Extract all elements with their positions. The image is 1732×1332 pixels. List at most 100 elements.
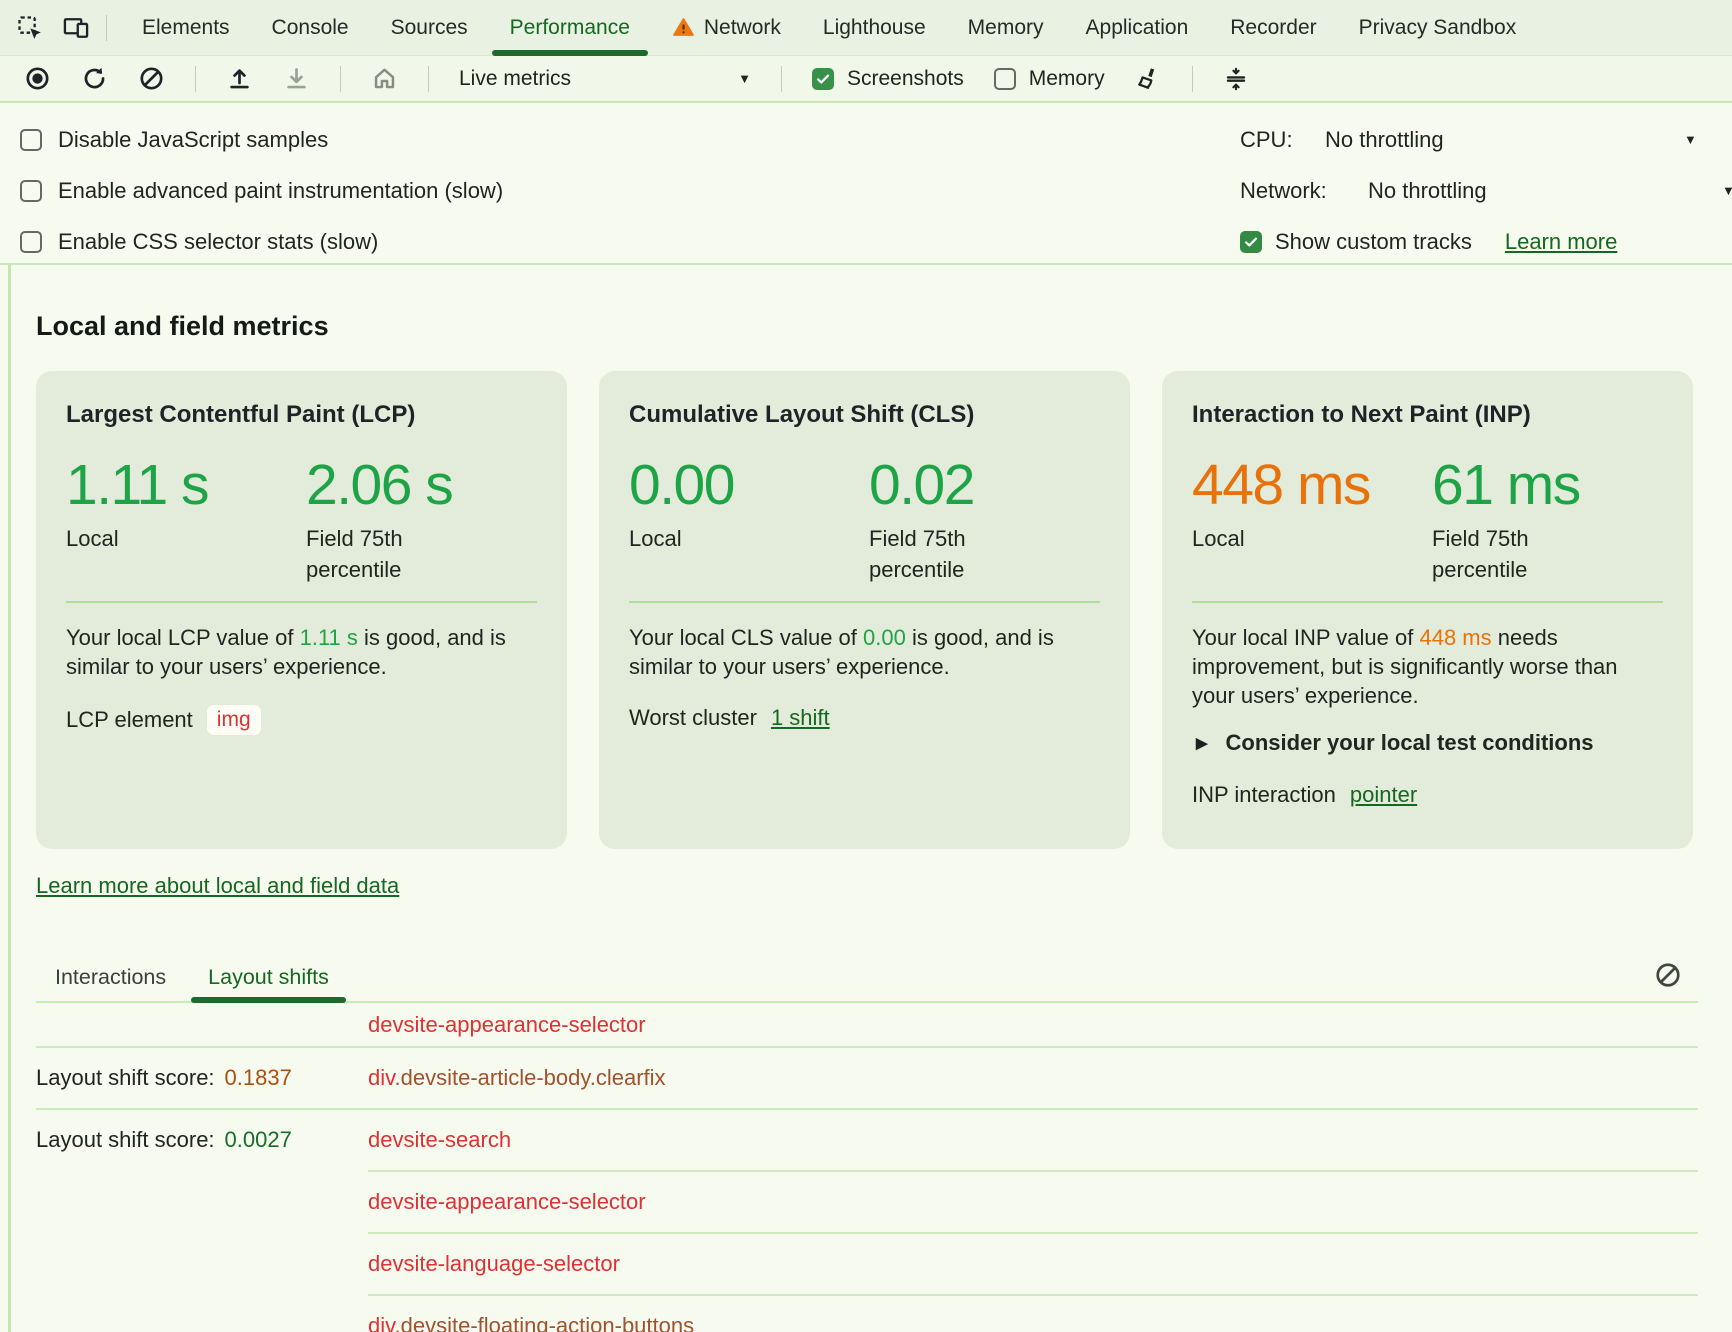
tab-sources[interactable]: Sources [370,0,489,55]
live-metrics-log: Interactions Layout shifts devsite-appea… [36,953,1698,1332]
advanced-paint-row[interactable]: Enable advanced paint instrumentation (s… [20,165,503,216]
screenshots-label: Screenshots [847,67,964,91]
log-tab-layout-shifts[interactable]: Layout shifts [191,953,346,1001]
shift-element-link[interactable]: div.devsite-floating-action-buttons [368,1313,694,1332]
save-profile-button[interactable] [283,65,310,92]
card-divider [1192,601,1663,603]
tab-elements[interactable]: Elements [121,0,251,55]
desc-text: Your local CLS value of [629,625,863,650]
lcp-field-value: 2.06 s [306,457,537,514]
log-tab-interactions[interactable]: Interactions [38,953,183,1001]
home-icon [371,65,398,92]
clear-button[interactable] [138,65,165,92]
collapse-arrows-icon [1223,66,1249,92]
download-icon [283,65,310,92]
local-label: Local [1192,523,1432,585]
clear-log-button[interactable] [1654,961,1682,989]
show-custom-tracks-row[interactable]: Show custom tracks Learn more [1240,216,1732,267]
shift-element-link[interactable]: devsite-appearance-selector [368,1012,646,1038]
screenshots-checkbox[interactable] [812,68,834,90]
inp-description: Your local INP value of 448 ms needs imp… [1192,623,1663,710]
screenshots-checkbox-row[interactable]: Screenshots [812,67,964,91]
view-mode-select[interactable]: Live metrics ▼ [459,67,751,91]
collect-garbage-button[interactable] [1135,65,1162,92]
inp-local-value: 448 ms [1192,457,1432,514]
memory-checkbox-row[interactable]: Memory [994,67,1105,91]
shift-element-link[interactable]: devsite-search [368,1127,511,1153]
advanced-paint-checkbox[interactable] [20,180,42,202]
disable-js-samples-row[interactable]: Disable JavaScript samples [20,114,503,165]
reload-icon [81,65,108,92]
tab-label: Lighthouse [823,16,926,40]
toolbar-separator [781,66,782,92]
tab-privacy-sandbox[interactable]: Privacy Sandbox [1338,0,1538,55]
tab-label: Application [1086,16,1189,40]
tab-label: Recorder [1230,16,1316,40]
memory-checkbox[interactable] [994,68,1016,90]
check-icon [1243,234,1259,250]
record-and-reload-button[interactable] [81,65,108,92]
block-icon [1654,961,1682,989]
device-toolbar-button[interactable] [60,12,92,44]
css-selector-stats-label: Enable CSS selector stats (slow) [58,229,378,255]
tab-performance[interactable]: Performance [489,0,651,55]
tab-label: Performance [510,16,630,40]
lcp-element-link[interactable]: img [207,705,261,735]
layout-shift-row: devsite-language-selector [36,1234,1698,1294]
show-custom-tracks-checkbox[interactable] [1240,231,1262,253]
element-classes: .devsite-floating-action-buttons [395,1313,695,1332]
desc-value: 1.11 s [300,625,358,650]
load-profile-button[interactable] [226,65,253,92]
worst-cluster-label: Worst cluster [629,705,757,731]
css-selector-stats-checkbox[interactable] [20,231,42,253]
network-label: Network: [1240,178,1368,204]
tab-label: Elements [142,16,230,40]
field-label: Field 75th percentile [1432,523,1602,585]
inspect-element-button[interactable] [14,12,46,44]
local-field-learn-more-link[interactable]: Learn more about local and field data [36,871,399,901]
tab-application[interactable]: Application [1065,0,1210,55]
layout-shift-row: div.devsite-floating-action-buttons [36,1296,1698,1332]
disable-js-samples-checkbox[interactable] [20,129,42,151]
tab-console[interactable]: Console [251,0,370,55]
live-metrics-view: Local and field metrics Largest Contentf… [0,309,1732,1332]
devtools-tabbar: Elements Console Sources Performance Net… [0,0,1732,56]
home-button[interactable] [371,65,398,92]
upload-icon [226,65,253,92]
desc-value: 448 ms [1419,625,1491,650]
cls-description: Your local CLS value of 0.00 is good, an… [629,623,1100,681]
shift-score-label: Layout shift score: [36,1065,215,1091]
field-label: Field 75th percentile [306,523,476,585]
toolbar-separator [195,66,196,92]
memory-label: Memory [1029,67,1105,91]
shift-element-link[interactable]: devsite-appearance-selector [368,1189,646,1215]
worst-cluster-link[interactable]: 1 shift [771,705,830,731]
shortcut-dialog-button[interactable] [1223,65,1250,92]
content-left-border [8,104,11,1332]
layout-shift-row: Layout shift score: 0.0027 devsite-searc… [36,1110,1698,1170]
css-selector-stats-row[interactable]: Enable CSS selector stats (slow) [20,216,503,267]
chevron-down-icon: ▼ [738,71,751,86]
cpu-label: CPU: [1240,127,1325,153]
tab-memory[interactable]: Memory [947,0,1065,55]
lcp-local-value: 1.11 s [66,457,306,514]
log-tab-label: Interactions [55,965,166,990]
record-button[interactable] [24,65,51,92]
local-test-conditions-disclosure[interactable]: ▶ Consider your local test conditions [1196,730,1663,756]
warning-icon [672,16,695,39]
show-custom-tracks-label: Show custom tracks [1275,229,1472,255]
check-icon [815,71,831,87]
inp-interaction-link[interactable]: pointer [1350,782,1417,808]
performance-toolbar: Live metrics ▼ Screenshots Memory [0,56,1732,103]
custom-tracks-learn-more-link[interactable]: Learn more [1505,229,1618,255]
tab-recorder[interactable]: Recorder [1209,0,1337,55]
tab-label: Memory [968,16,1044,40]
network-throttling-select[interactable]: No throttling [1368,178,1487,204]
toolbar-separator [1192,66,1193,92]
tab-network[interactable]: Network [651,0,802,55]
shift-element-link[interactable]: devsite-language-selector [368,1251,620,1277]
tab-lighthouse[interactable]: Lighthouse [802,0,947,55]
shift-element-link[interactable]: div.devsite-article-body.clearfix [368,1065,666,1091]
toolbar-separator [340,66,341,92]
cpu-throttling-select[interactable]: No throttling [1325,127,1444,153]
